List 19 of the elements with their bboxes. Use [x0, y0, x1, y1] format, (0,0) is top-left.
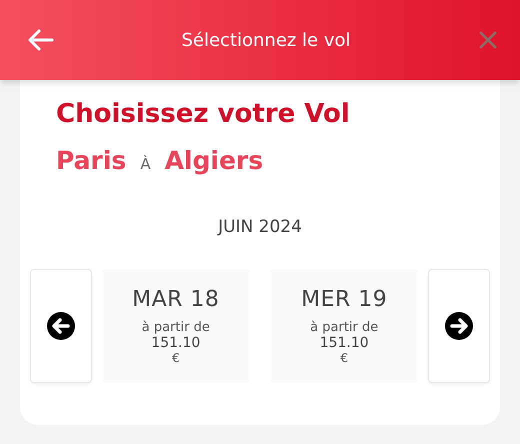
date-card[interactable]: MAR 18 à partir de 151.10 € — [102, 268, 250, 383]
date-label: MAR 18 — [132, 286, 220, 312]
from-label: à partir de — [310, 320, 378, 335]
destination-city: Algiers — [164, 146, 264, 175]
next-button[interactable] — [428, 268, 490, 383]
price-label: 151.10 — [151, 334, 200, 351]
route-connector: À — [140, 154, 151, 173]
currency-label: € — [340, 350, 348, 365]
date-label: MER 19 — [301, 286, 388, 312]
from-label: à partir de — [142, 320, 210, 335]
back-arrow-icon[interactable] — [26, 28, 54, 52]
screen-title: Sélectionnez le vol — [181, 30, 351, 50]
date-card[interactable]: MER 19 à partir de 151.10 € — [270, 268, 418, 383]
currency-label: € — [172, 350, 180, 365]
month-label: JUIN 2024 — [216, 216, 303, 237]
previous-button[interactable] — [30, 268, 92, 383]
origin-city: Paris — [56, 146, 126, 175]
page-heading: Choisissez votre Vol — [56, 98, 351, 131]
price-label: 151.10 — [320, 334, 369, 351]
